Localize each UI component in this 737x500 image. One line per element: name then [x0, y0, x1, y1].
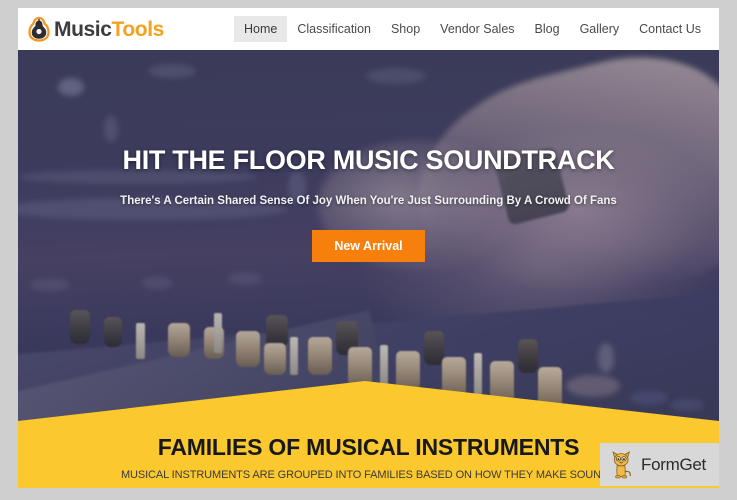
logo-text-tools: Tools — [111, 17, 165, 41]
site-logo[interactable]: MusicTools — [28, 16, 164, 42]
nav-item-home[interactable]: Home — [233, 15, 288, 43]
guitar-icon — [28, 16, 50, 42]
frame-top-border — [0, 0, 737, 8]
frame-right-border — [719, 0, 737, 500]
main-navigation: Home Classification Shop Vendor Sales Bl… — [233, 12, 711, 46]
nav-item-shop[interactable]: Shop — [381, 16, 430, 43]
logo-text-music: Music — [54, 17, 112, 41]
logo-wordmark: MusicTools — [54, 19, 164, 40]
formget-label: FormGet — [641, 455, 706, 474]
new-arrival-button[interactable]: New Arrival — [312, 229, 425, 263]
nav-item-vendor-sales[interactable]: Vendor Sales — [430, 16, 524, 43]
frame-left-border — [0, 0, 18, 500]
nav-item-gallery[interactable]: Gallery — [570, 16, 630, 43]
hero-title: HIT THE FLOOR MUSIC SOUNDTRACK — [122, 145, 615, 175]
nav-item-blog[interactable]: Blog — [525, 16, 570, 43]
page-content: MusicTools Home Classification Shop Vend… — [18, 8, 719, 488]
frame-bottom-border — [0, 488, 737, 500]
hero-subtitle: There's A Certain Shared Sense Of Joy Wh… — [120, 194, 617, 207]
nav-item-classification[interactable]: Classification — [287, 16, 381, 43]
nav-item-contact-us[interactable]: Contact Us — [629, 16, 711, 43]
screenshot-canvas: MusicTools Home Classification Shop Vend… — [0, 0, 737, 500]
formget-watermark: FormGet — [600, 443, 719, 486]
cat-mascot-icon — [609, 450, 635, 480]
site-header: MusicTools Home Classification Shop Vend… — [18, 8, 719, 50]
